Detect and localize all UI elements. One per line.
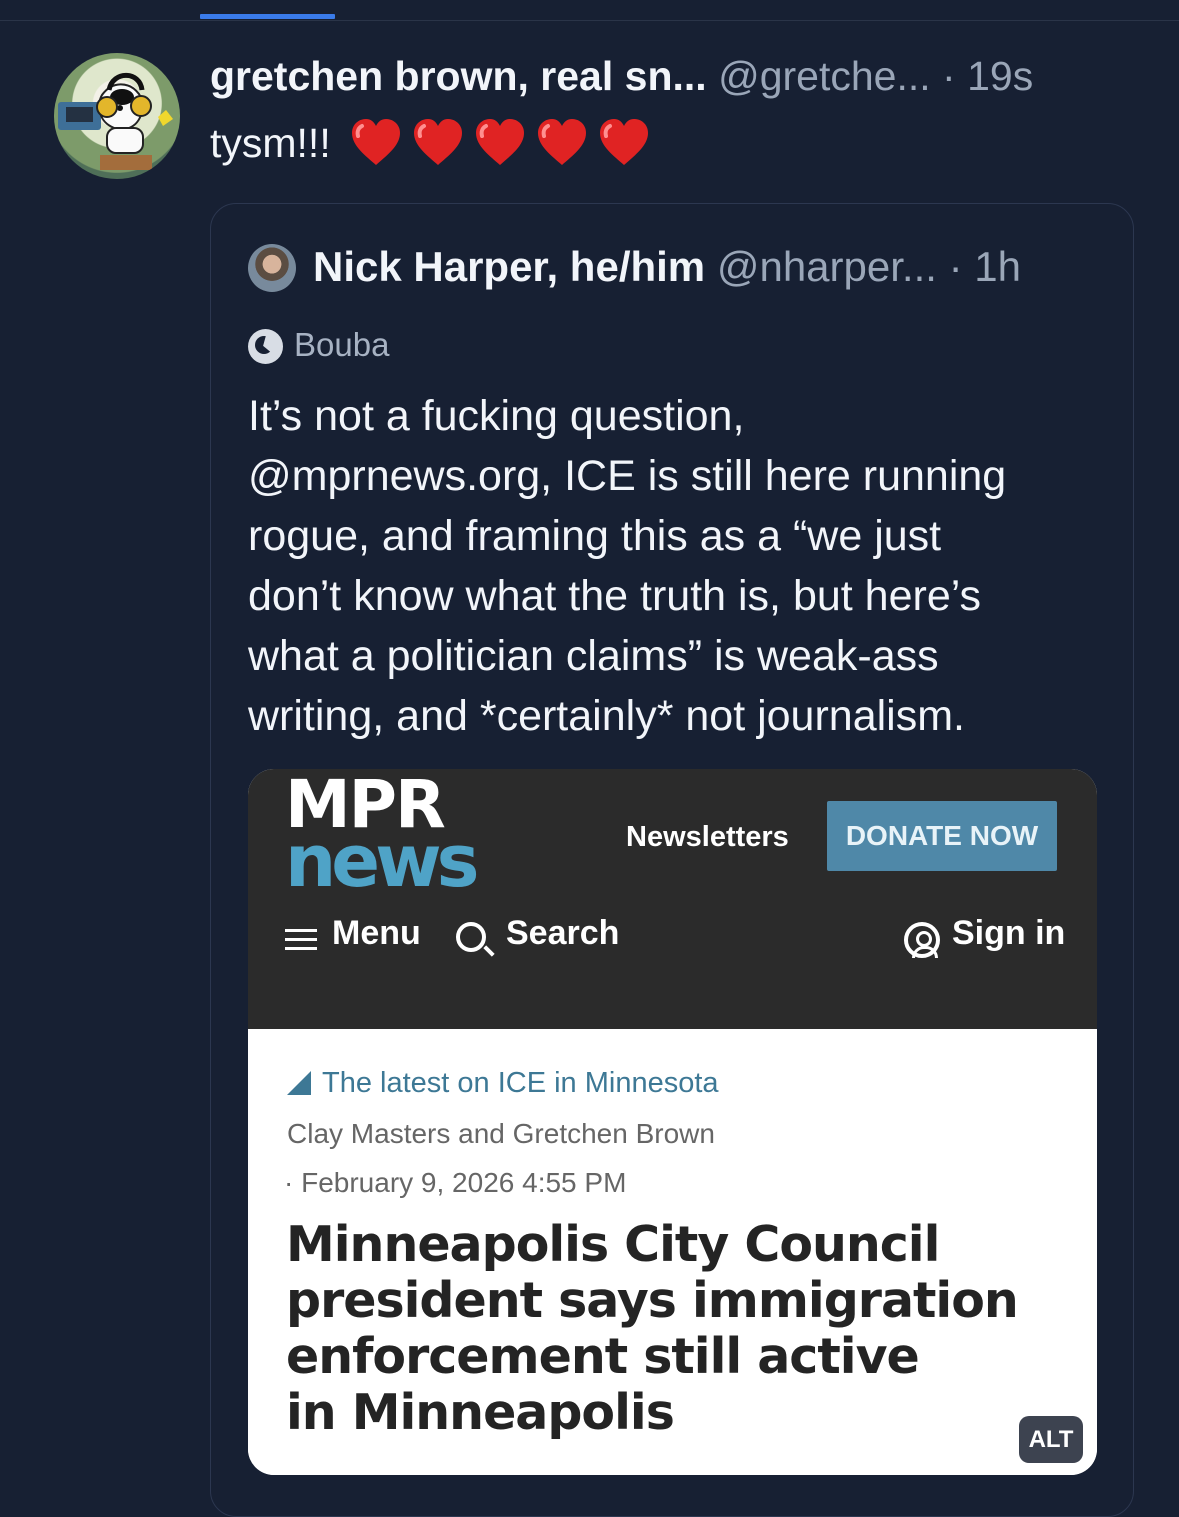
headline-line: president says immigration — [286, 1272, 1019, 1329]
mpr-header: MPR news Newsletters DONATE NOW Menu Sea… — [248, 769, 1097, 1029]
menu-link: Menu — [332, 914, 421, 952]
mpr-article-preview: The latest on ICE in Minnesota Clay Mast… — [248, 1029, 1097, 1475]
article-date: · February 9, 2026 4:55 PM — [284, 1167, 627, 1198]
label-text: Bouba — [294, 326, 390, 363]
quoted-post-card[interactable]: Nick Harper, he/him @nharper... · 1h Bou… — [210, 203, 1134, 1517]
body-line: rogue, and framing this as a “we just — [248, 512, 942, 560]
author-handle[interactable]: @gretche... — [718, 53, 931, 99]
triangle-icon — [287, 1071, 311, 1095]
search-link: Search — [506, 914, 620, 952]
user-circle-icon — [904, 922, 940, 958]
bouba-label-icon — [248, 329, 283, 364]
headline-line: Minneapolis City Council — [286, 1216, 940, 1273]
red-heart-icon — [538, 119, 587, 165]
article-byline: Clay Masters and Gretchen Brown — [287, 1118, 715, 1149]
category-text: The latest on ICE in Minnesota — [322, 1067, 719, 1099]
meta-separator: · — [942, 53, 956, 99]
article-category: The latest on ICE in Minnesota — [287, 1067, 719, 1100]
body-line: what a politician claims” is weak-ass — [248, 632, 939, 680]
quoted-author-handle[interactable]: @nharper... — [717, 243, 937, 290]
newsletters-link: Newsletters — [626, 821, 789, 853]
mpr-news-logo: MPR news — [285, 772, 479, 903]
content-label[interactable]: Bouba — [248, 322, 389, 368]
body-line: @mprnews.org, ICE is still here running — [248, 452, 1007, 500]
top-tab-bar — [0, 0, 1179, 21]
heart-emoji-row — [342, 119, 652, 166]
body-line: don’t know what the truth is, but here’s — [248, 572, 982, 620]
quoted-author-avatar[interactable] — [248, 244, 296, 292]
quoted-meta-separator: · — [948, 243, 963, 290]
active-tab-indicator — [200, 14, 335, 19]
headline-line: in Minneapolis — [286, 1384, 675, 1441]
headline-line: enforcement still active — [286, 1328, 920, 1385]
embedded-image[interactable]: MPR news Newsletters DONATE NOW Menu Sea… — [248, 769, 1097, 1475]
hamburger-icon — [285, 929, 317, 951]
alt-text-button[interactable]: ALT — [1019, 1416, 1083, 1463]
quoted-post-body: It’s not a fucking question, @mprnews.or… — [248, 386, 1098, 746]
article-headline: Minneapolis City Council president says … — [286, 1217, 1046, 1441]
quoted-author-name[interactable]: Nick Harper, he/him — [313, 243, 705, 290]
post-text: tysm!!! — [210, 114, 652, 172]
author-name[interactable]: gretchen brown, real sn... — [210, 53, 707, 99]
magnifier-icon — [456, 922, 486, 952]
post-timestamp[interactable]: 19s — [967, 53, 1033, 99]
red-heart-icon — [414, 119, 463, 165]
red-heart-icon — [352, 119, 401, 165]
quoted-post-header: Nick Harper, he/him @nharper... · 1h — [313, 239, 1021, 295]
red-heart-icon — [600, 119, 649, 165]
post-header: gretchen brown, real sn... @gretche... ·… — [210, 50, 1033, 102]
sign-in-link: Sign in — [952, 914, 1066, 952]
body-line: It’s not a fucking question, — [248, 392, 745, 440]
reply-text: tysm!!! — [210, 120, 331, 166]
quoted-post-timestamp[interactable]: 1h — [974, 243, 1021, 290]
logo-line-2: news — [285, 818, 479, 903]
red-heart-icon — [476, 119, 525, 165]
body-line: writing, and *certainly* not journalism. — [248, 692, 965, 740]
snoopy-illustration — [58, 73, 173, 170]
author-avatar[interactable] — [54, 53, 180, 179]
donate-now-button: DONATE NOW — [827, 801, 1057, 871]
